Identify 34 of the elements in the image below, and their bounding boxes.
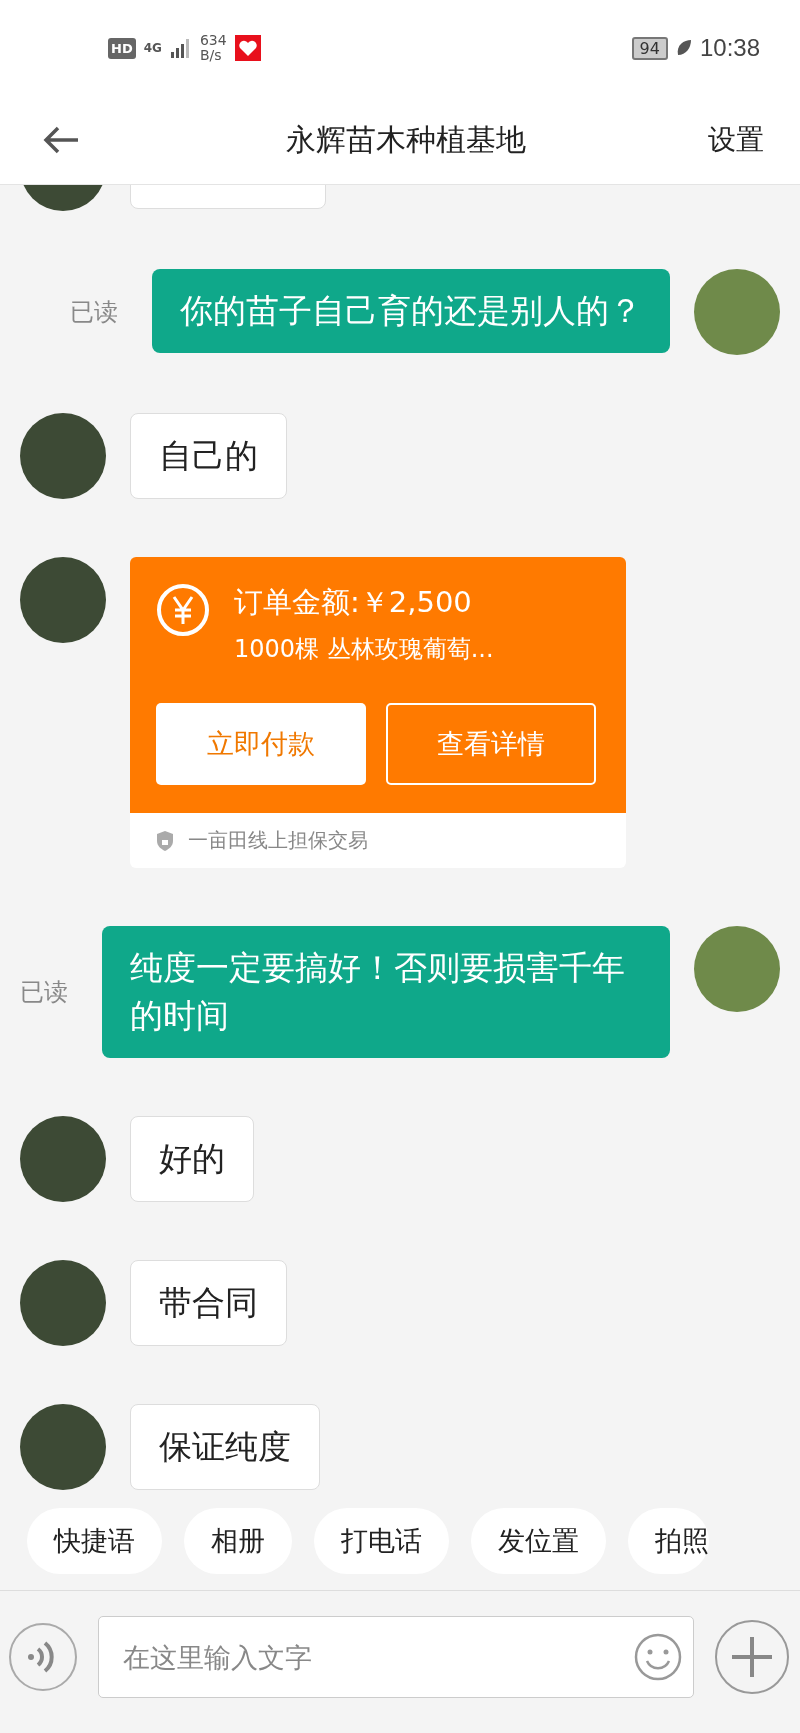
emoji-icon[interactable] (634, 1633, 682, 1681)
clock: 10:38 (699, 34, 760, 62)
leaf-icon (675, 39, 692, 57)
battery-indicator: 94 (631, 36, 668, 60)
message-bubble: 好的 (130, 1116, 254, 1202)
yen-circle-icon (156, 583, 210, 637)
read-receipt: 已读 (20, 977, 68, 1008)
network-label: 4G (143, 41, 162, 55)
message-bubble: 你的苗子自己育的还是别人的？ (152, 269, 670, 353)
order-amount: 订单金额:￥2,500 (234, 584, 473, 621)
speed-value: 634 (199, 32, 227, 48)
heart-app-icon (234, 35, 261, 61)
quick-action-chip[interactable]: 打电话 (314, 1507, 449, 1574)
quick-action-chip[interactable]: 相册 (184, 1507, 292, 1574)
message-input[interactable]: 在这里输入文字 (98, 1616, 694, 1698)
order-item: 1000棵 丛林玫瑰葡萄... (234, 634, 494, 665)
message-bubble: 纯度一定要搞好！否则要损害千年的时间 (102, 926, 670, 1058)
chat-title: 永辉苗木种植基地 (285, 120, 527, 159)
settings-link[interactable]: 设置 (708, 121, 764, 159)
hd-badge: HD (108, 37, 136, 59)
back-arrow-icon[interactable] (42, 125, 80, 155)
message-bubble: 保证纯度 (130, 1404, 320, 1490)
message-bubble: 带合同 (130, 1260, 287, 1346)
speed-unit: B/s (199, 48, 223, 64)
read-receipt: 已读 (70, 297, 118, 328)
plus-icon[interactable] (714, 1619, 790, 1695)
quick-action-chip[interactable]: 拍照 (628, 1507, 709, 1574)
message-bubble: 自己的 (130, 413, 287, 499)
signal-icon (169, 38, 192, 58)
quick-action-chip[interactable]: 快捷语 (27, 1507, 162, 1574)
voice-icon[interactable] (8, 1622, 78, 1692)
quick-action-chip[interactable]: 发位置 (471, 1507, 606, 1574)
guarantee-note: 一亩田线上担保交易 (188, 827, 368, 854)
shield-lock-icon (156, 829, 174, 852)
